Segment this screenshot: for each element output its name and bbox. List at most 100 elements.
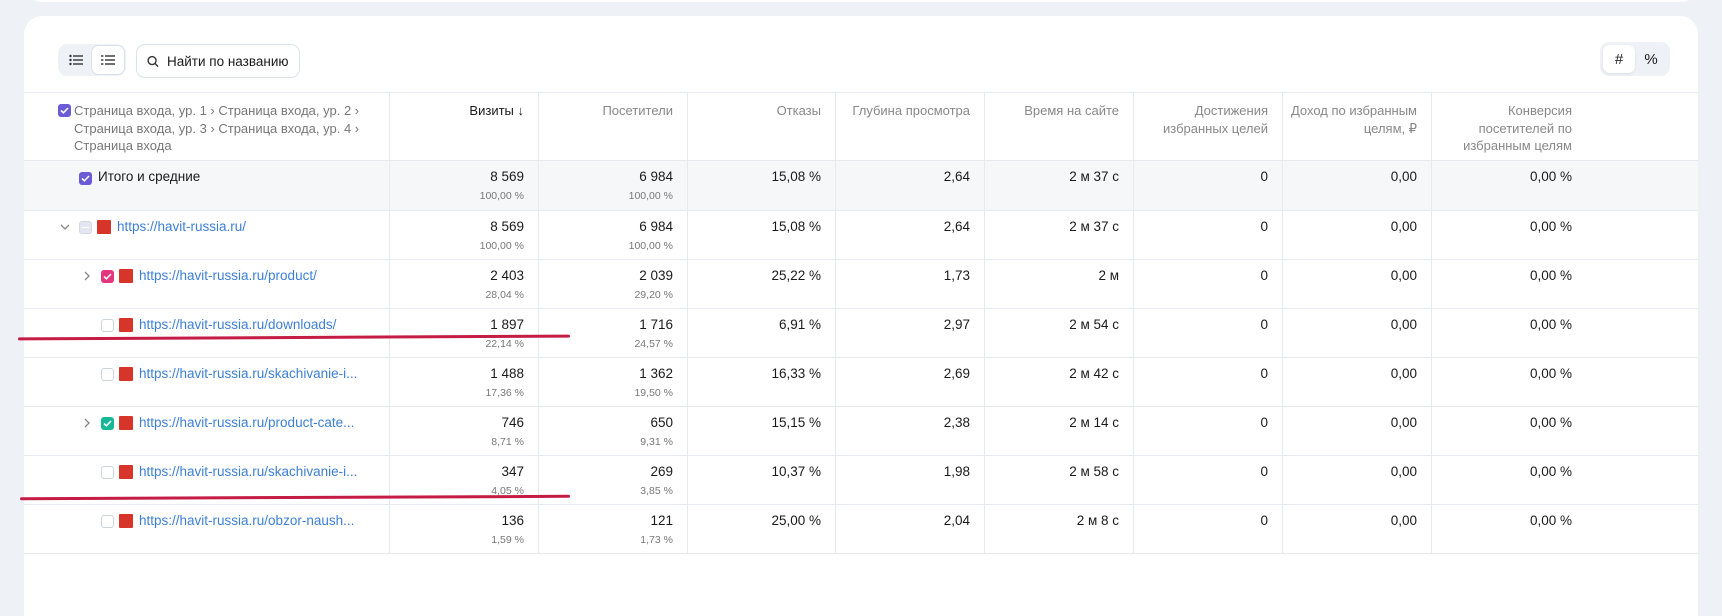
page-link[interactable]: https://havit-russia.ru/product/ <box>139 268 379 283</box>
conversion-cell: 0,00 % <box>1432 358 1698 406</box>
visitors-cell: 2 039 29,20 % <box>539 260 688 308</box>
time-cell: 2 м <box>985 260 1134 308</box>
visits-value: 8 569 <box>490 219 524 234</box>
site-favicon-icon <box>119 367 133 381</box>
previous-card-edge <box>24 0 1698 2</box>
report-card: # % Страница входа, ур. 1 › Страница вхо… <box>24 16 1698 616</box>
select-all-checkbox[interactable] <box>58 104 71 117</box>
total-checkbox[interactable] <box>79 172 92 185</box>
page-link[interactable]: https://havit-russia.ru/skachivanie-i... <box>139 464 379 479</box>
conversion-value: 0,00 % <box>1529 219 1572 234</box>
expand-toggle[interactable] <box>80 269 94 283</box>
depth-cell: 2,69 <box>836 358 985 406</box>
time-cell: 2 м 8 с <box>985 505 1134 553</box>
row-checkbox[interactable] <box>101 319 114 332</box>
table-row[interactable]: https://havit-russia.ru/product-cate... … <box>24 407 1698 456</box>
visitors-cell: 6 984 100,00 % <box>539 161 688 210</box>
conversion-value: 0,00 % <box>1529 464 1572 479</box>
search-box[interactable] <box>136 44 300 78</box>
depth-value: 2,04 <box>943 513 970 528</box>
column-header-label: Достижения избранных целей <box>1163 103 1268 136</box>
time-value: 2 м 58 с <box>1069 464 1119 479</box>
visitors-cell: 1 362 19,50 % <box>539 358 688 406</box>
visitors-value: 269 <box>650 464 673 479</box>
chevron-right-icon <box>84 271 90 281</box>
column-header-bounce[interactable]: Отказы <box>688 93 836 160</box>
conversion-cell: 0,00 % <box>1432 505 1698 553</box>
revenue-value: 0,00 <box>1390 268 1417 283</box>
mode-count-button[interactable]: # <box>1603 45 1635 73</box>
visits-value: 1 488 <box>490 366 524 381</box>
visitors-cell: 6 984 100,00 % <box>539 211 688 259</box>
table-row[interactable]: https://havit-russia.ru/skachivanie-i...… <box>24 358 1698 407</box>
column-header-visitors[interactable]: Посетители <box>539 93 688 160</box>
visitors-percent: 19,50 % <box>634 387 673 399</box>
bounce-cell: 6,91 % <box>688 309 836 357</box>
table-row[interactable]: https://havit-russia.ru/ 8 569 100,00 % 6… <box>24 211 1698 260</box>
visits-value: 1 897 <box>490 317 524 332</box>
conversion-cell: 0,00 % <box>1432 456 1698 504</box>
row-checkbox[interactable] <box>79 221 92 234</box>
visitors-value: 2 039 <box>639 268 673 283</box>
goals-cell: 0 <box>1134 161 1283 210</box>
search-input[interactable] <box>165 52 299 70</box>
page-link[interactable]: https://havit-russia.ru/obzor-naush... <box>139 513 379 528</box>
revenue-cell: 0,00 <box>1283 456 1432 504</box>
conversion-value: 0,00 % <box>1529 366 1572 381</box>
revenue-cell: 0,00 <box>1283 505 1432 553</box>
page-link[interactable]: https://havit-russia.ru/skachivanie-i... <box>139 366 379 381</box>
visits-percent: 8,71 % <box>491 436 524 448</box>
column-header-goals[interactable]: Достижения избранных целей <box>1134 93 1283 160</box>
visitors-value: 6 984 <box>639 219 673 234</box>
total-label: Итого и средние <box>98 169 201 184</box>
column-header-conversion[interactable]: Конверсия посетителей по избранным целям <box>1432 93 1698 160</box>
tree-view-button[interactable] <box>60 46 92 74</box>
search-icon <box>147 55 159 67</box>
dimension-header-label: Страница входа, ур. 1 › Страница входа, … <box>74 103 360 153</box>
revenue-cell: 0,00 <box>1283 260 1432 308</box>
row-checkbox[interactable] <box>101 270 114 283</box>
expand-toggle[interactable] <box>80 416 94 430</box>
visitors-percent: 100,00 % <box>628 240 673 252</box>
table-row[interactable]: https://havit-russia.ru/obzor-naush... 1… <box>24 505 1698 554</box>
time-cell: 2 м 42 с <box>985 358 1134 406</box>
column-header-visits[interactable]: Визиты ↓ <box>390 93 539 160</box>
depth-cell: 2,64 <box>836 161 985 210</box>
table-row[interactable]: https://havit-russia.ru/product/ 2 403 28… <box>24 260 1698 309</box>
row-checkbox[interactable] <box>101 466 114 479</box>
conversion-value: 0,00 % <box>1529 268 1572 283</box>
page-link[interactable]: https://havit-russia.ru/product-cate... <box>139 415 379 430</box>
collapse-toggle[interactable] <box>58 220 72 234</box>
row-checkbox[interactable] <box>101 515 114 528</box>
revenue-value: 0,00 <box>1390 169 1417 184</box>
mode-percent-button[interactable]: % <box>1635 45 1667 73</box>
column-header-depth[interactable]: Глубина просмотра <box>836 93 985 160</box>
dimension-header[interactable]: Страница входа, ур. 1 › Страница входа, … <box>24 93 390 160</box>
column-header-label: Отказы <box>776 103 821 118</box>
page-link[interactable]: https://havit-russia.ru/downloads/ <box>139 317 379 332</box>
table-row[interactable]: https://havit-russia.ru/downloads/ 1 897… <box>24 309 1698 358</box>
row-checkbox[interactable] <box>101 417 114 430</box>
visits-cell: 1 488 17,36 % <box>390 358 539 406</box>
column-header-label: Посетители <box>602 103 673 118</box>
time-value: 2 м 54 с <box>1069 317 1119 332</box>
site-favicon-icon <box>97 220 111 234</box>
report-table: Страница входа, ур. 1 › Страница входа, … <box>24 92 1698 554</box>
conversion-cell: 0,00 % <box>1432 161 1698 210</box>
revenue-value: 0,00 <box>1390 317 1417 332</box>
page-link[interactable]: https://havit-russia.ru/ <box>117 219 377 234</box>
dimension-cell: https://havit-russia.ru/product-cate... <box>24 407 390 455</box>
column-header-time[interactable]: Время на сайте <box>985 93 1134 160</box>
revenue-cell: 0,00 <box>1283 309 1432 357</box>
flat-view-button[interactable] <box>92 46 124 74</box>
goals-cell: 0 <box>1134 260 1283 308</box>
goals-value: 0 <box>1260 513 1268 528</box>
bounce-cell: 15,15 % <box>688 407 836 455</box>
conversion-cell: 0,00 % <box>1432 211 1698 259</box>
row-checkbox[interactable] <box>101 368 114 381</box>
revenue-value: 0,00 <box>1390 415 1417 430</box>
chevron-right-icon <box>84 418 90 428</box>
visits-value: 136 <box>501 513 524 528</box>
column-header-revenue[interactable]: Доход по избранным целям, ₽ <box>1283 93 1432 160</box>
dimension-cell: https://havit-russia.ru/skachivanie-i... <box>24 358 390 406</box>
